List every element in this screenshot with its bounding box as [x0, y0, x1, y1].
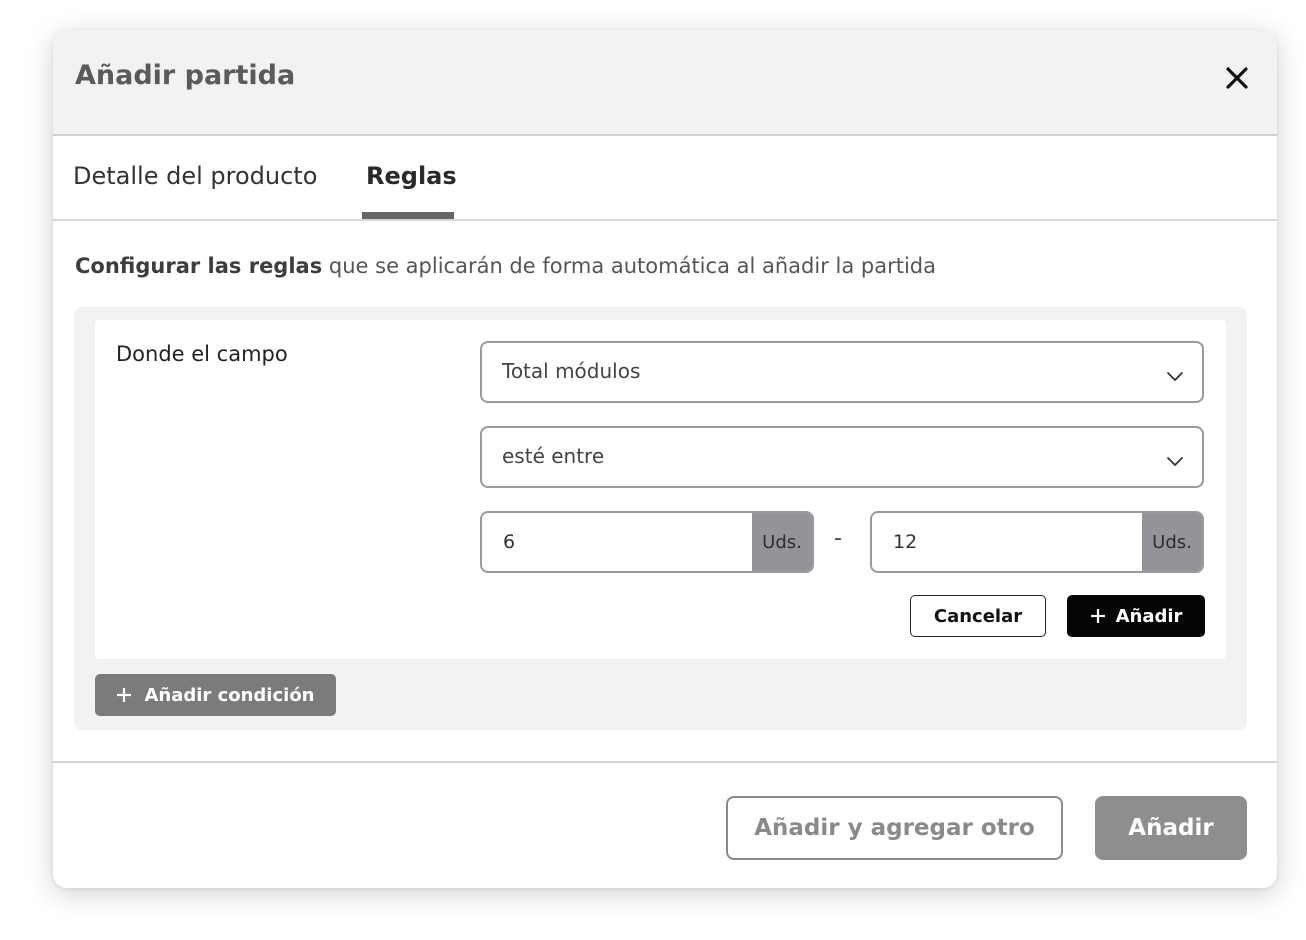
- field-condition-label: Donde el campo: [116, 342, 288, 366]
- close-button[interactable]: [1223, 64, 1251, 92]
- footer-divider: [53, 761, 1277, 763]
- add-condition-label: Añadir condición: [144, 684, 315, 706]
- tab-bar: Detalle del producto Reglas: [53, 136, 1277, 221]
- min-value-input[interactable]: [482, 513, 754, 571]
- dialog-title: Añadir partida: [75, 60, 296, 91]
- chevron-down-icon: [1166, 452, 1184, 471]
- rules-intro-rest: que se aplicarán de forma automática al …: [322, 254, 936, 278]
- active-tab-indicator: [362, 212, 454, 219]
- add-and-another-button[interactable]: Añadir y agregar otro: [726, 796, 1063, 860]
- rules-panel: Donde el campo Total módulos esté entre …: [74, 307, 1247, 730]
- operator-select[interactable]: esté entre: [480, 426, 1204, 488]
- max-unit-addon: Uds.: [1142, 513, 1202, 571]
- plus-icon: [1090, 608, 1106, 624]
- rules-intro-bold: Configurar las reglas: [75, 254, 323, 278]
- field-select-value: Total módulos: [502, 359, 641, 383]
- min-value-group: Uds.: [480, 511, 814, 573]
- max-value-input[interactable]: [872, 513, 1144, 571]
- max-value-group: Uds.: [870, 511, 1204, 573]
- cancel-rule-button[interactable]: Cancelar: [910, 595, 1046, 637]
- rules-intro-text: Configurar las reglas que se aplicarán d…: [75, 254, 936, 278]
- field-select[interactable]: Total módulos: [480, 341, 1204, 403]
- add-condition-button[interactable]: Añadir condición: [95, 674, 336, 716]
- rule-editor-card: Donde el campo Total módulos esté entre …: [95, 320, 1226, 659]
- min-unit-addon: Uds.: [752, 513, 812, 571]
- close-icon: [1226, 67, 1248, 89]
- plus-icon: [116, 687, 132, 703]
- tab-rules[interactable]: Reglas: [366, 162, 457, 190]
- add-item-dialog: Añadir partida Detalle del producto Regl…: [53, 30, 1277, 888]
- submit-add-button[interactable]: Añadir: [1095, 796, 1247, 860]
- dialog-header: Añadir partida: [53, 30, 1277, 136]
- tab-product-detail[interactable]: Detalle del producto: [73, 162, 317, 190]
- range-separator: -: [834, 526, 842, 551]
- chevron-down-icon: [1166, 367, 1184, 386]
- operator-select-value: esté entre: [502, 444, 605, 468]
- add-rule-button[interactable]: Añadir: [1067, 595, 1205, 637]
- add-rule-label: Añadir: [1115, 605, 1183, 627]
